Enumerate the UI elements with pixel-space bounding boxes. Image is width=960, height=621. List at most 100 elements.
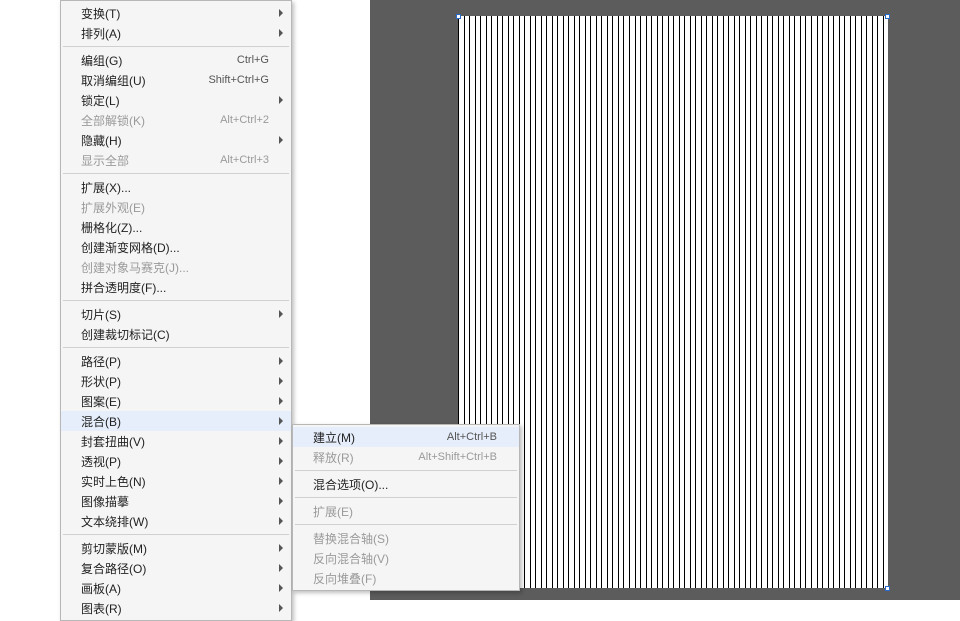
menu-item-label: 路径(P) — [81, 353, 269, 370]
object-menu-item[interactable]: 扩展(X)... — [61, 177, 291, 197]
chevron-right-icon — [279, 96, 283, 104]
submenu-blend[interactable]: 建立(M)Alt+Ctrl+B释放(R)Alt+Shift+Ctrl+B混合选项… — [292, 424, 520, 591]
menu-item-label: 显示全部 — [81, 152, 208, 169]
artboard-stripes — [458, 16, 888, 588]
menu-item-label: 封套扭曲(V) — [81, 433, 269, 450]
blend-submenu-item[interactable]: 建立(M)Alt+Ctrl+B — [293, 427, 519, 447]
menu-separator — [63, 173, 289, 174]
blend-submenu-item: 释放(R)Alt+Shift+Ctrl+B — [293, 447, 519, 467]
menu-item-label: 栅格化(Z)... — [81, 219, 269, 236]
menu-item-label: 创建渐变网格(D)... — [81, 239, 269, 256]
menu-item-label: 形状(P) — [81, 373, 269, 390]
chevron-right-icon — [279, 564, 283, 572]
blend-submenu-item: 扩展(E) — [293, 501, 519, 521]
menu-item-label: 实时上色(N) — [81, 473, 269, 490]
object-menu-item[interactable]: 实时上色(N) — [61, 471, 291, 491]
menu-item-shortcut: Ctrl+G — [225, 54, 269, 66]
chevron-right-icon — [279, 357, 283, 365]
object-menu-item[interactable]: 栅格化(Z)... — [61, 217, 291, 237]
object-menu-item[interactable]: 变换(T) — [61, 3, 291, 23]
menu-item-label: 图案(E) — [81, 393, 269, 410]
object-menu-item[interactable]: 图表(R) — [61, 598, 291, 618]
menu-separator — [63, 300, 289, 301]
menu-item-label: 复合路径(O) — [81, 560, 269, 577]
menu-item-label: 锁定(L) — [81, 92, 269, 109]
object-menu-item[interactable]: 锁定(L) — [61, 90, 291, 110]
chevron-right-icon — [279, 9, 283, 17]
chevron-right-icon — [279, 477, 283, 485]
chevron-right-icon — [279, 457, 283, 465]
menu-item-label: 文本绕排(W) — [81, 513, 269, 530]
object-menu-item[interactable]: 剪切蒙版(M) — [61, 538, 291, 558]
chevron-right-icon — [279, 397, 283, 405]
object-menu-item: 创建对象马赛克(J)... — [61, 257, 291, 277]
menu-item-label: 剪切蒙版(M) — [81, 540, 269, 557]
object-menu-item: 显示全部Alt+Ctrl+3 — [61, 150, 291, 170]
chevron-right-icon — [279, 497, 283, 505]
selection-handle-tl[interactable] — [456, 14, 461, 19]
blend-submenu-item: 替换混合轴(S) — [293, 528, 519, 548]
blend-submenu-item[interactable]: 混合选项(O)... — [293, 474, 519, 494]
chevron-right-icon — [279, 544, 283, 552]
object-menu-item[interactable]: 图像描摹 — [61, 491, 291, 511]
menu-item-label: 创建裁切标记(C) — [81, 326, 269, 343]
menu-item-label: 释放(R) — [313, 449, 406, 466]
menu-separator — [63, 347, 289, 348]
menu-item-label: 画板(A) — [81, 580, 269, 597]
menu-item-label: 变换(T) — [81, 5, 269, 22]
menu-item-label: 扩展(E) — [313, 503, 497, 520]
chevron-right-icon — [279, 584, 283, 592]
menu-item-label: 扩展(X)... — [81, 179, 269, 196]
menu-item-label: 切片(S) — [81, 306, 269, 323]
chevron-right-icon — [279, 377, 283, 385]
object-menu-item[interactable]: 取消编组(U)Shift+Ctrl+G — [61, 70, 291, 90]
menu-item-label: 编组(G) — [81, 52, 225, 69]
object-menu-item[interactable]: 路径(P) — [61, 351, 291, 371]
menu-item-label: 全部解锁(K) — [81, 112, 208, 129]
menu-item-label: 取消编组(U) — [81, 72, 196, 89]
menu-item-label: 建立(M) — [313, 429, 435, 446]
object-menu-item[interactable]: 排列(A) — [61, 23, 291, 43]
object-menu-item[interactable]: 形状(P) — [61, 371, 291, 391]
menu-item-shortcut: Alt+Ctrl+2 — [208, 114, 269, 126]
menu-item-shortcut: Alt+Ctrl+3 — [208, 154, 269, 166]
object-menu-item[interactable]: 创建裁切标记(C) — [61, 324, 291, 344]
object-menu-item: 全部解锁(K)Alt+Ctrl+2 — [61, 110, 291, 130]
context-menu-object[interactable]: 变换(T)排列(A)编组(G)Ctrl+G取消编组(U)Shift+Ctrl+G… — [60, 0, 292, 621]
chevron-right-icon — [279, 136, 283, 144]
object-menu-item[interactable]: 创建渐变网格(D)... — [61, 237, 291, 257]
menu-separator — [63, 46, 289, 47]
menu-item-label: 隐藏(H) — [81, 132, 269, 149]
menu-item-label: 反向堆叠(F) — [313, 570, 497, 587]
menu-item-label: 替换混合轴(S) — [313, 530, 497, 547]
selection-handle-tr[interactable] — [885, 14, 890, 19]
blend-submenu-item: 反向堆叠(F) — [293, 568, 519, 588]
object-menu-item[interactable]: 文本绕排(W) — [61, 511, 291, 531]
object-menu-item[interactable]: 隐藏(H) — [61, 130, 291, 150]
object-menu-item[interactable]: 画板(A) — [61, 578, 291, 598]
object-menu-item[interactable]: 封套扭曲(V) — [61, 431, 291, 451]
chevron-right-icon — [279, 437, 283, 445]
menu-item-label: 拼合透明度(F)... — [81, 279, 269, 296]
menu-separator — [295, 497, 517, 498]
menu-item-shortcut: Shift+Ctrl+G — [196, 74, 269, 86]
menu-item-label: 混合(B) — [81, 413, 269, 430]
object-menu-item[interactable]: 编组(G)Ctrl+G — [61, 50, 291, 70]
chevron-right-icon — [279, 417, 283, 425]
selection-handle-br[interactable] — [885, 586, 890, 591]
object-menu-item[interactable]: 图案(E) — [61, 391, 291, 411]
menu-separator — [295, 470, 517, 471]
object-menu-item[interactable]: 拼合透明度(F)... — [61, 277, 291, 297]
chevron-right-icon — [279, 517, 283, 525]
chevron-right-icon — [279, 29, 283, 37]
object-menu-item[interactable]: 切片(S) — [61, 304, 291, 324]
object-menu-item[interactable]: 透视(P) — [61, 451, 291, 471]
menu-item-label: 透视(P) — [81, 453, 269, 470]
chevron-right-icon — [279, 604, 283, 612]
menu-separator — [295, 524, 517, 525]
menu-item-shortcut: Alt+Ctrl+B — [435, 431, 497, 443]
object-menu-item[interactable]: 复合路径(O) — [61, 558, 291, 578]
object-menu-item[interactable]: 混合(B) — [61, 411, 291, 431]
menu-separator — [63, 534, 289, 535]
menu-item-label: 排列(A) — [81, 25, 269, 42]
